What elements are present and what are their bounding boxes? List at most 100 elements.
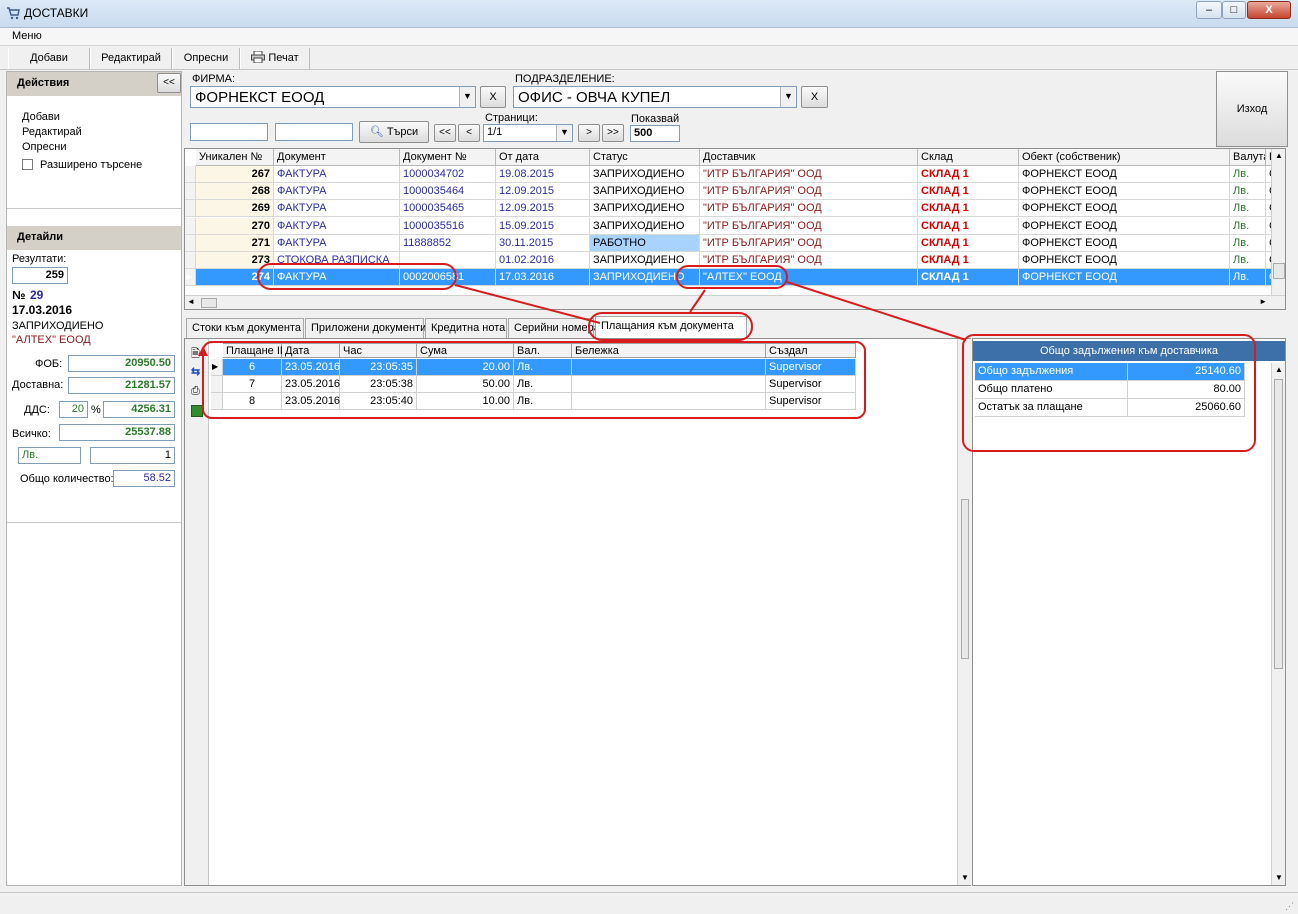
clear-firm-button[interactable]: X (480, 86, 506, 108)
total-value: 25537.88 (59, 424, 175, 441)
row-selector[interactable] (211, 376, 223, 393)
print-button[interactable]: Печат (240, 48, 310, 69)
action-edit[interactable]: Редактирай (22, 126, 82, 138)
column-header[interactable]: Вал. (514, 343, 572, 358)
total-label: Всичко: (12, 428, 51, 440)
column-header[interactable]: Валута (1230, 149, 1266, 166)
column-header[interactable]: Дата (282, 343, 340, 358)
horizontal-scrollbar[interactable]: ◄ ► (185, 295, 1285, 309)
refresh-button[interactable]: Опресни (172, 48, 240, 69)
cell-date: 01.02.2016 (496, 252, 590, 269)
cell-sum: 50.00 (417, 376, 514, 393)
tab-2[interactable]: Кредитна нота (425, 318, 507, 338)
column-header[interactable]: Сума (417, 343, 514, 358)
column-header[interactable]: Доставчик (700, 149, 918, 166)
cell-cur: Лв. (1230, 269, 1266, 287)
minimize-button[interactable]: – (1196, 1, 1222, 19)
pages-label: Страници: (485, 112, 538, 124)
cell-cur: Лв. (1230, 234, 1266, 252)
supplier-summary-panel: Общо задължения към доставчика Общо задъ… (972, 338, 1286, 886)
scroll-down-icon[interactable]: ▼ (961, 873, 969, 882)
vertical-scrollbar[interactable]: ▼ (957, 339, 971, 885)
column-header[interactable]: Създал (766, 343, 856, 358)
next-page-button[interactable]: > (578, 124, 600, 142)
row-selector[interactable] (185, 217, 196, 235)
tab-4[interactable]: Плащания към документа (595, 316, 747, 338)
resize-grip-icon[interactable]: ⋰ (1285, 901, 1294, 912)
scroll-thumb[interactable] (201, 298, 217, 308)
column-header[interactable]: Обект (собственик) (1019, 149, 1230, 166)
tab-1[interactable]: Приложени документи (305, 318, 426, 338)
row-selector[interactable] (185, 166, 196, 183)
fob-label: ФОБ: (35, 358, 63, 370)
vertical-scrollbar[interactable]: ▲ (1271, 149, 1285, 295)
pages-select[interactable]: 1/1 ▼ (483, 124, 573, 142)
collapse-button[interactable]: << (157, 73, 181, 93)
edit-button[interactable]: Редактирай (90, 48, 172, 69)
cell-cur: Лв. (514, 359, 572, 376)
cell-date: 12.09.2015 (496, 183, 590, 201)
tab-3[interactable]: Серийни номера (508, 318, 600, 338)
rate-field[interactable]: 1 (90, 447, 175, 464)
qty-value: 58.52 (113, 470, 175, 487)
cell-doc: ФАКТУРА (274, 234, 400, 252)
printer-icon[interactable]: ⎙ (191, 385, 200, 398)
last-page-button[interactable]: >> (602, 124, 624, 142)
column-header[interactable]: Склад (918, 149, 1019, 166)
new-document-icon[interactable]: 🗎︎ (191, 345, 200, 364)
vat-percent[interactable]: 20 (59, 401, 88, 418)
menu-item[interactable]: Меню (12, 30, 42, 42)
summary-value: 25060.60 (1128, 399, 1245, 417)
scroll-up-icon[interactable]: ▲ (1275, 151, 1283, 160)
show-count-input[interactable]: 500 (630, 125, 680, 142)
action-refresh[interactable]: Опресни (22, 141, 66, 153)
column-header[interactable]: Статус (590, 149, 700, 166)
action-add[interactable]: Добави (22, 111, 60, 123)
search-input-1[interactable] (190, 123, 268, 141)
vertical-scrollbar[interactable]: ▲ ▼ (1271, 363, 1285, 885)
currency-field[interactable]: Лв. (18, 447, 81, 464)
row-selector-arrow-icon[interactable]: ▶ (211, 359, 223, 376)
summary-title: Общо задължения към доставчика (973, 341, 1285, 361)
close-button[interactable]: X (1247, 1, 1291, 19)
column-header[interactable]: Документ (274, 149, 400, 166)
scroll-left-icon[interactable]: ◄ (187, 297, 195, 306)
column-header[interactable]: Час (340, 343, 417, 358)
column-header[interactable]: Документ № (400, 149, 496, 166)
excel-export-icon[interactable] (191, 405, 203, 417)
show-label: Показвай (631, 113, 680, 125)
row-selector-arrow-icon[interactable]: ▶ (185, 269, 196, 287)
extended-search-checkbox[interactable] (22, 159, 33, 170)
maximize-button[interactable]: □ (1222, 1, 1246, 19)
column-header[interactable]: Бележка (572, 343, 766, 358)
search-button[interactable]: 🔍︎ Търси (359, 121, 429, 143)
row-selector[interactable] (211, 393, 223, 410)
dept-select[interactable]: ОФИС - ОВЧА КУПЕЛ ▼ (513, 86, 797, 108)
row-selector[interactable] (185, 234, 196, 252)
scroll-thumb[interactable] (1274, 379, 1283, 669)
cell-docno: 1000035464 (400, 183, 496, 201)
add-button[interactable]: Добави (8, 48, 90, 69)
scroll-down-icon[interactable]: ▼ (1275, 873, 1283, 882)
cell-id: 271 (196, 234, 274, 252)
row-selector[interactable] (185, 183, 196, 201)
clear-dept-button[interactable]: X (801, 86, 828, 108)
firm-select[interactable]: ФОРНЕКСТ ЕООД ▼ (190, 86, 476, 108)
column-header[interactable]: Уникален № (196, 149, 274, 166)
scroll-right-icon[interactable]: ► (1259, 297, 1267, 306)
cell-store: СКЛАД 1 (918, 183, 1019, 201)
prev-page-button[interactable]: < (458, 124, 480, 142)
row-selector[interactable] (185, 200, 196, 218)
scroll-up-icon[interactable]: ▲ (1275, 365, 1283, 374)
exit-button[interactable]: Изход (1216, 71, 1288, 147)
row-selector[interactable] (185, 252, 196, 269)
cell-id: 8 (223, 393, 282, 410)
column-header[interactable]: От дата (496, 149, 590, 166)
search-input-2[interactable] (275, 123, 353, 141)
column-header[interactable]: Плащане ID (223, 343, 288, 358)
first-page-button[interactable]: << (434, 124, 456, 142)
transfer-arrows-icon[interactable]: ⇆ (191, 365, 200, 378)
scroll-thumb[interactable] (1273, 263, 1285, 279)
tab-0[interactable]: Стоки към документа (186, 318, 304, 338)
scroll-thumb[interactable] (961, 499, 969, 659)
